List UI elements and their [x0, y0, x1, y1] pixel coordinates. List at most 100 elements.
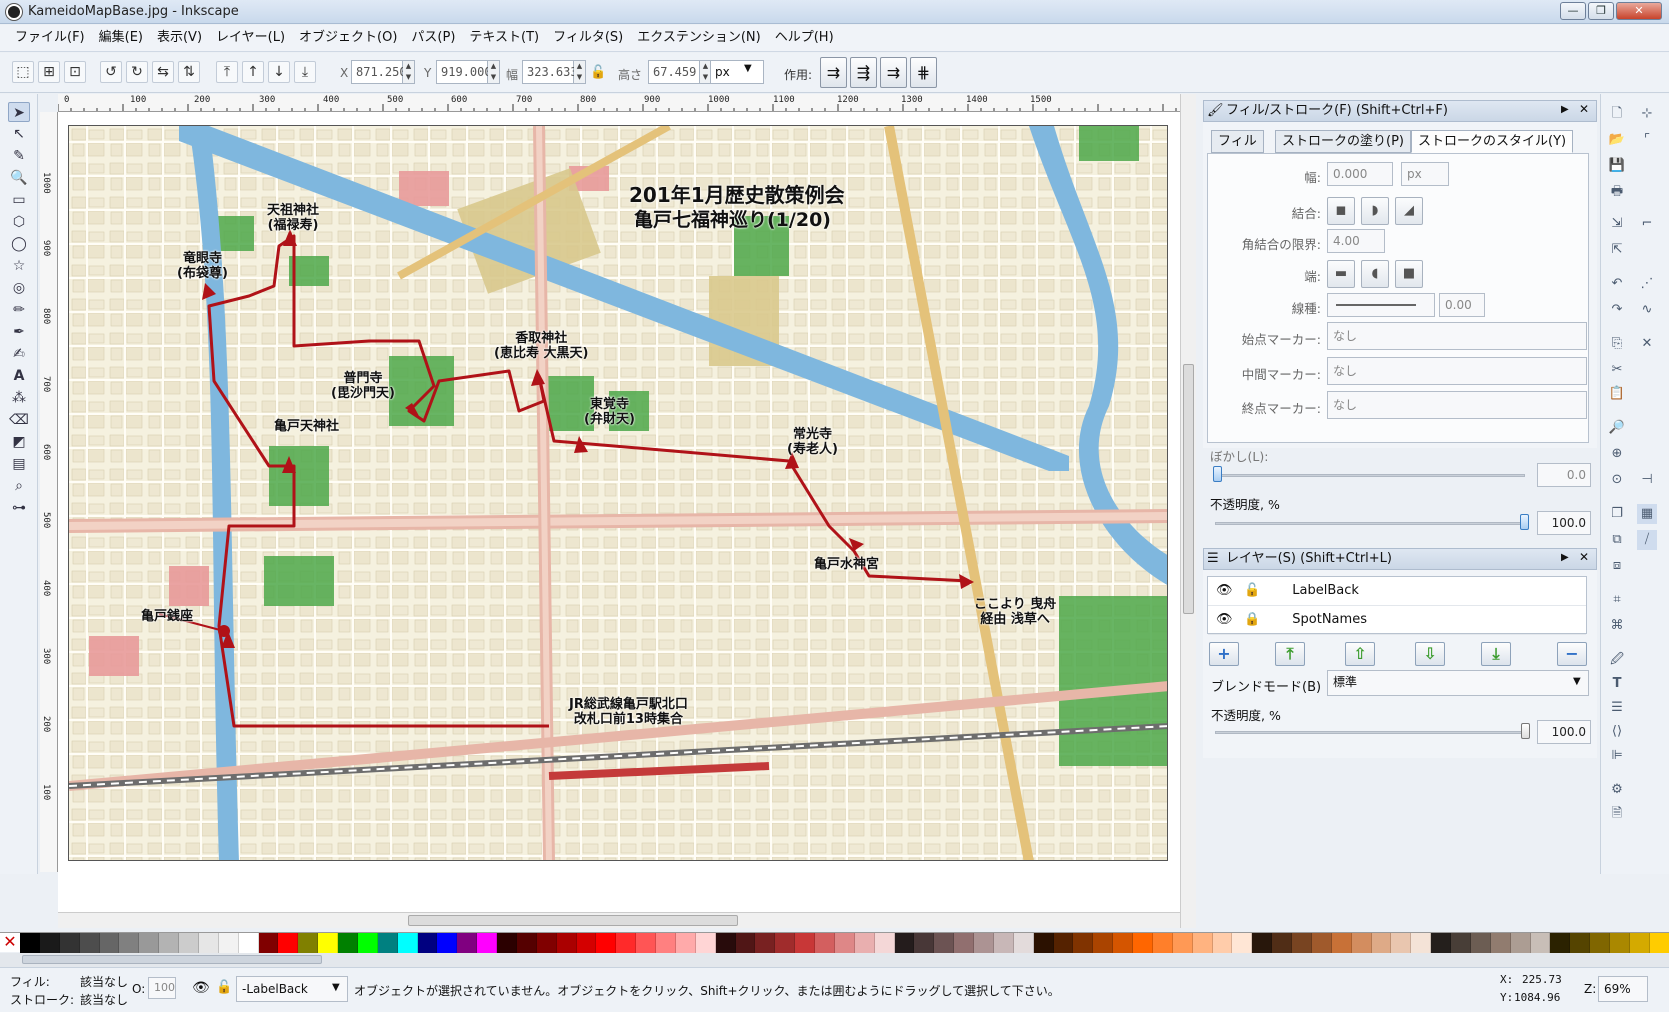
color-swatch[interactable] [1470, 933, 1491, 953]
color-swatch[interactable] [894, 933, 915, 953]
text-tool-icon[interactable]: A [8, 366, 30, 386]
move-gradients-icon[interactable]: ⇉ [880, 57, 907, 88]
color-swatch[interactable] [616, 933, 637, 953]
tab-fill[interactable]: フィル [1211, 130, 1264, 153]
color-swatch[interactable] [1550, 933, 1571, 953]
menu-text[interactable]: テキスト(T) [462, 25, 546, 51]
clone-icon[interactable]: ⧉ [1607, 530, 1627, 550]
color-swatch[interactable] [834, 933, 855, 953]
y-spinner[interactable]: ▲ ▼ [488, 60, 500, 84]
dock-arrow-icon[interactable]: ▶ [1561, 552, 1569, 563]
y-input[interactable]: 919.000 [436, 60, 492, 84]
color-swatch[interactable] [1411, 933, 1432, 953]
layer-row[interactable]: 👁 🔒 SpotNames [1208, 606, 1586, 635]
text-dialog-icon[interactable]: T [1607, 674, 1627, 694]
width-spinner[interactable]: ▲ ▼ [574, 60, 586, 84]
horizontal-scroll-thumb[interactable] [408, 915, 738, 926]
color-swatch[interactable] [775, 933, 796, 953]
color-swatch[interactable] [755, 933, 776, 953]
color-swatch[interactable] [377, 933, 398, 953]
drawing-canvas[interactable]: 201年1月歴史散策例会 亀戸七福神巡り(1/20) 天祖神社 (福禄寿) 竜眼… [58, 112, 1180, 912]
color-swatch[interactable] [1629, 933, 1650, 953]
lock-icon[interactable]: 🔓 [216, 980, 232, 995]
color-swatch[interactable] [815, 933, 835, 953]
width-input[interactable]: 323.633 [522, 60, 578, 84]
color-swatch[interactable] [1451, 933, 1471, 953]
color-swatch[interactable] [159, 933, 179, 953]
menu-help[interactable]: ヘルプ(H) [768, 25, 841, 51]
lower-layer-to-bottom-button[interactable]: ⤓ [1481, 642, 1511, 666]
open-icon[interactable]: 📂 [1607, 130, 1627, 150]
export-icon[interactable]: ⇱ [1607, 240, 1627, 260]
color-swatch[interactable] [198, 933, 219, 953]
chevron-down-icon[interactable]: ▼ [332, 982, 340, 993]
rotate-cw-icon[interactable]: ↻ [126, 61, 148, 83]
menu-edit[interactable]: 編集(E) [92, 25, 150, 51]
zoom-tool-icon[interactable]: 🔍 [8, 168, 30, 188]
delete-layer-button[interactable]: − [1557, 642, 1587, 666]
snap-bbox-icon[interactable]: ⌜ [1637, 130, 1657, 150]
color-swatch[interactable] [1351, 933, 1372, 953]
layer-opacity-knob[interactable] [1521, 723, 1530, 739]
ungroup-icon[interactable]: ⌘ [1607, 616, 1627, 636]
star-tool-icon[interactable]: ☆ [8, 256, 30, 276]
color-swatch[interactable] [1610, 933, 1630, 953]
ellipse-tool-icon[interactable]: ◯ [8, 234, 30, 254]
connector-tool-icon[interactable]: ⊶ [8, 498, 30, 518]
color-swatch[interactable] [874, 933, 895, 953]
bevel-join-icon[interactable]: ◢ [1395, 197, 1423, 225]
menu-file[interactable]: ファイル(F) [8, 25, 92, 51]
color-swatch[interactable] [1073, 933, 1094, 953]
new-document-icon[interactable]: 🗋 [1607, 104, 1627, 124]
color-swatch[interactable] [1053, 933, 1074, 953]
color-swatch[interactable] [1649, 933, 1669, 953]
raise-layer-to-top-button[interactable]: ⤒ [1275, 642, 1305, 666]
color-swatch[interactable] [854, 933, 875, 953]
color-swatch[interactable] [1570, 933, 1591, 953]
color-swatch[interactable] [79, 933, 100, 953]
color-swatch[interactable] [298, 933, 319, 953]
color-swatch[interactable] [20, 933, 40, 953]
color-swatch[interactable] [795, 933, 815, 953]
layer-name[interactable]: LabelBack [1292, 583, 1359, 598]
menu-path[interactable]: パス(P) [404, 25, 462, 51]
color-swatch[interactable] [1232, 933, 1253, 953]
color-swatch[interactable] [139, 933, 160, 953]
unit-select[interactable]: px [710, 60, 764, 84]
x-spinner[interactable]: ▲ ▼ [403, 60, 415, 84]
tab-stroke-style[interactable]: ストロークのスタイル(Y) [1411, 130, 1574, 153]
layer-opacity-input[interactable]: 100.0 [1537, 720, 1591, 744]
square-cap-icon[interactable]: ■ [1395, 260, 1423, 288]
color-swatch[interactable] [1331, 933, 1352, 953]
selector-tool-icon[interactable]: ➤ [8, 102, 30, 122]
raise-icon[interactable]: ↑ [242, 61, 264, 83]
stroke-width-input[interactable]: 0.000 [1327, 162, 1393, 186]
miter-join-icon[interactable]: ◼ [1327, 197, 1355, 225]
blur-slider[interactable] [1215, 474, 1525, 477]
color-swatch[interactable] [735, 933, 756, 953]
color-swatch[interactable] [1093, 933, 1114, 953]
align-dialog-icon[interactable]: ⊫ [1607, 746, 1627, 766]
color-swatch[interactable] [1172, 933, 1193, 953]
color-swatch[interactable] [457, 933, 478, 953]
opacity-slider[interactable] [1215, 522, 1525, 525]
rectangle-tool-icon[interactable]: ▭ [8, 190, 30, 210]
dropper-tool-icon[interactable]: ⌕ [8, 476, 30, 496]
color-swatch[interactable] [218, 933, 239, 953]
menu-filter[interactable]: フィルタ(S) [546, 25, 630, 51]
maximize-button[interactable]: ❐ [1588, 2, 1614, 20]
color-swatch[interactable] [1292, 933, 1312, 953]
color-swatch[interactable] [99, 933, 120, 953]
snap-midpoint-icon[interactable]: ⊣ [1637, 470, 1657, 490]
opacity-input[interactable]: 100 [148, 977, 176, 999]
color-swatch[interactable] [516, 933, 537, 953]
group-icon[interactable]: ⌗ [1607, 590, 1627, 610]
color-swatch[interactable] [397, 933, 418, 953]
zoom-input[interactable]: 69% [1598, 976, 1648, 1002]
snap-grid-icon[interactable]: ▦ [1637, 504, 1657, 524]
lower-to-bottom-icon[interactable]: ⤓ [294, 61, 316, 83]
color-swatch[interactable] [1510, 933, 1531, 953]
snap-nodes-icon[interactable]: ⋰ [1637, 274, 1657, 294]
color-swatch[interactable] [675, 933, 696, 953]
scale-corners-icon[interactable]: ⇶ [850, 57, 877, 88]
